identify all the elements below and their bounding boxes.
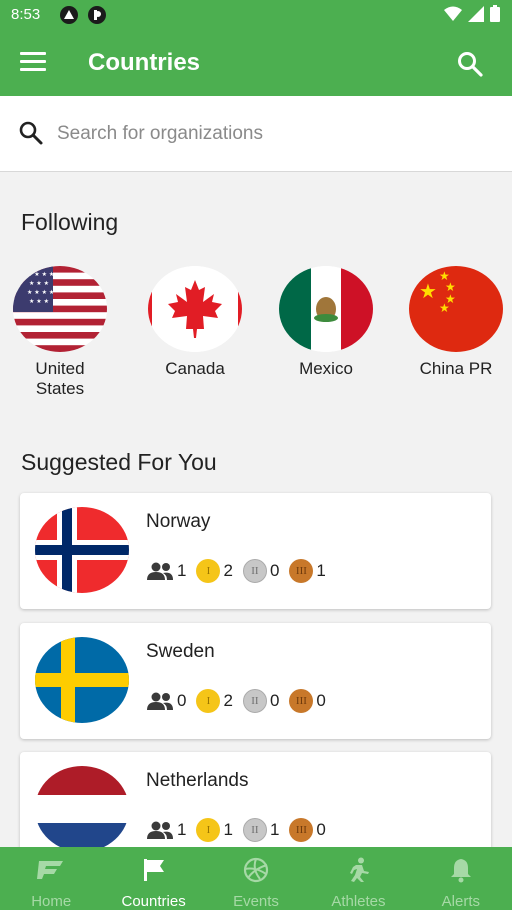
nav-events-label: Events bbox=[233, 893, 279, 910]
search-input[interactable]: Search for organizations bbox=[0, 96, 512, 172]
bronze-medal-icon: III bbox=[289, 689, 314, 713]
following-name: China PR bbox=[419, 359, 493, 378]
athletes-icon bbox=[147, 821, 173, 839]
wifi-icon bbox=[444, 6, 462, 21]
gold-count: 1 bbox=[223, 820, 233, 839]
bottom-navigation: Home Countries Events Athletes Alerts bbox=[0, 847, 512, 910]
bronze-count: 0 bbox=[316, 820, 326, 839]
flag-canada-icon bbox=[148, 266, 242, 352]
bronze-medal-icon: III bbox=[289, 818, 314, 842]
nav-countries-label: Countries bbox=[121, 893, 186, 910]
bell-icon bbox=[450, 859, 471, 883]
silver-medal-icon: II bbox=[242, 559, 267, 583]
gold-medal-icon: I bbox=[196, 689, 221, 713]
country-stats: 1 I 2 II 0 III 1 bbox=[146, 559, 336, 583]
volleyball-icon bbox=[243, 857, 269, 883]
flag-mexico-icon bbox=[279, 266, 373, 352]
page-title: Countries bbox=[88, 49, 201, 76]
flag-china-icon: ★ ★ ★ ★ ★ bbox=[409, 266, 503, 352]
silver-count: 0 bbox=[269, 561, 280, 580]
nav-home[interactable]: Home bbox=[0, 847, 102, 910]
home-logo-icon bbox=[37, 861, 64, 879]
flag-norway-icon bbox=[35, 507, 129, 593]
nav-athletes[interactable]: Athletes bbox=[307, 847, 409, 910]
nav-athletes-label: Athletes bbox=[331, 893, 386, 910]
flag-netherlands-icon bbox=[35, 766, 129, 852]
nav-events[interactable]: Events bbox=[205, 847, 307, 910]
following-name: United States bbox=[35, 359, 85, 398]
gold-medal-icon: I bbox=[196, 559, 221, 583]
gold-medal-icon: I bbox=[196, 818, 221, 842]
nav-alerts[interactable]: Alerts bbox=[410, 847, 512, 910]
search-field-icon bbox=[19, 121, 43, 145]
gold-count: 2 bbox=[223, 691, 233, 710]
bronze-count: 1 bbox=[316, 561, 326, 580]
silver-count: 1 bbox=[269, 820, 280, 839]
country-name: Netherlands bbox=[146, 770, 249, 791]
athlete-icon bbox=[350, 857, 370, 882]
nav-countries[interactable]: Countries bbox=[102, 847, 204, 910]
status-time: 8:53 bbox=[11, 6, 41, 23]
signal-icon bbox=[468, 5, 484, 22]
athlete-count: 1 bbox=[177, 561, 187, 580]
menu-icon[interactable] bbox=[20, 52, 46, 72]
following-item-china[interactable]: ★ ★ ★ ★ ★ China PR bbox=[406, 266, 506, 379]
following-name: Canada bbox=[165, 359, 225, 378]
app-notification-icon-2 bbox=[88, 6, 106, 24]
svg-text:★ ★ ★ ★: ★ ★ ★ ★ bbox=[27, 271, 54, 278]
suggested-card-norway[interactable]: Norway 1 I 2 II 0 III 1 bbox=[20, 493, 491, 609]
bronze-count: 0 bbox=[316, 691, 326, 710]
following-name: Mexico bbox=[299, 359, 353, 378]
following-item-mexico[interactable]: Mexico bbox=[276, 266, 376, 379]
flag-icon bbox=[143, 859, 164, 881]
suggested-card-sweden[interactable]: Sweden 0 I 2 II 0 III 0 bbox=[20, 623, 491, 739]
athlete-count: 1 bbox=[177, 820, 187, 839]
following-heading: Following bbox=[21, 209, 119, 235]
flag-usa-icon: ★ ★ ★ ★ ★ ★ ★ ★ ★ ★ ★ ★ ★ ★ bbox=[13, 266, 107, 352]
athletes-icon bbox=[147, 562, 173, 580]
athlete-count: 0 bbox=[177, 691, 187, 710]
svg-text:★ ★ ★: ★ ★ ★ bbox=[29, 298, 49, 305]
search-placeholder: Search for organizations bbox=[57, 123, 263, 144]
suggested-heading: Suggested For You bbox=[21, 449, 217, 475]
svg-text:★: ★ bbox=[419, 279, 437, 303]
gold-count: 2 bbox=[223, 561, 233, 580]
app-bar: Countries bbox=[0, 30, 512, 96]
following-item-united-states[interactable]: ★ ★ ★ ★ ★ ★ ★ ★ ★ ★ ★ ★ ★ ★ United State… bbox=[10, 266, 110, 399]
nav-home-label: Home bbox=[31, 893, 72, 910]
status-bar: 8:53 bbox=[0, 0, 512, 30]
app-notification-icon bbox=[60, 6, 78, 24]
athletes-icon bbox=[147, 692, 173, 710]
silver-count: 0 bbox=[269, 691, 280, 710]
country-stats: 0 I 2 II 0 III 0 bbox=[146, 689, 336, 713]
svg-text:★ ★ ★: ★ ★ ★ bbox=[29, 280, 49, 287]
following-item-canada[interactable]: Canada bbox=[145, 266, 245, 379]
silver-medal-icon: II bbox=[242, 818, 267, 842]
svg-text:★ ★ ★ ★: ★ ★ ★ ★ bbox=[27, 289, 54, 296]
country-name: Norway bbox=[146, 511, 211, 532]
flag-sweden-icon bbox=[35, 637, 129, 723]
country-stats: 1 I 1 II 1 III 0 bbox=[146, 818, 336, 842]
country-name: Sweden bbox=[146, 641, 215, 662]
silver-medal-icon: II bbox=[242, 689, 267, 713]
battery-icon bbox=[490, 5, 500, 22]
bronze-medal-icon: III bbox=[289, 559, 314, 583]
svg-text:★: ★ bbox=[439, 301, 450, 315]
search-icon[interactable] bbox=[456, 50, 484, 78]
nav-alerts-label: Alerts bbox=[441, 893, 480, 910]
